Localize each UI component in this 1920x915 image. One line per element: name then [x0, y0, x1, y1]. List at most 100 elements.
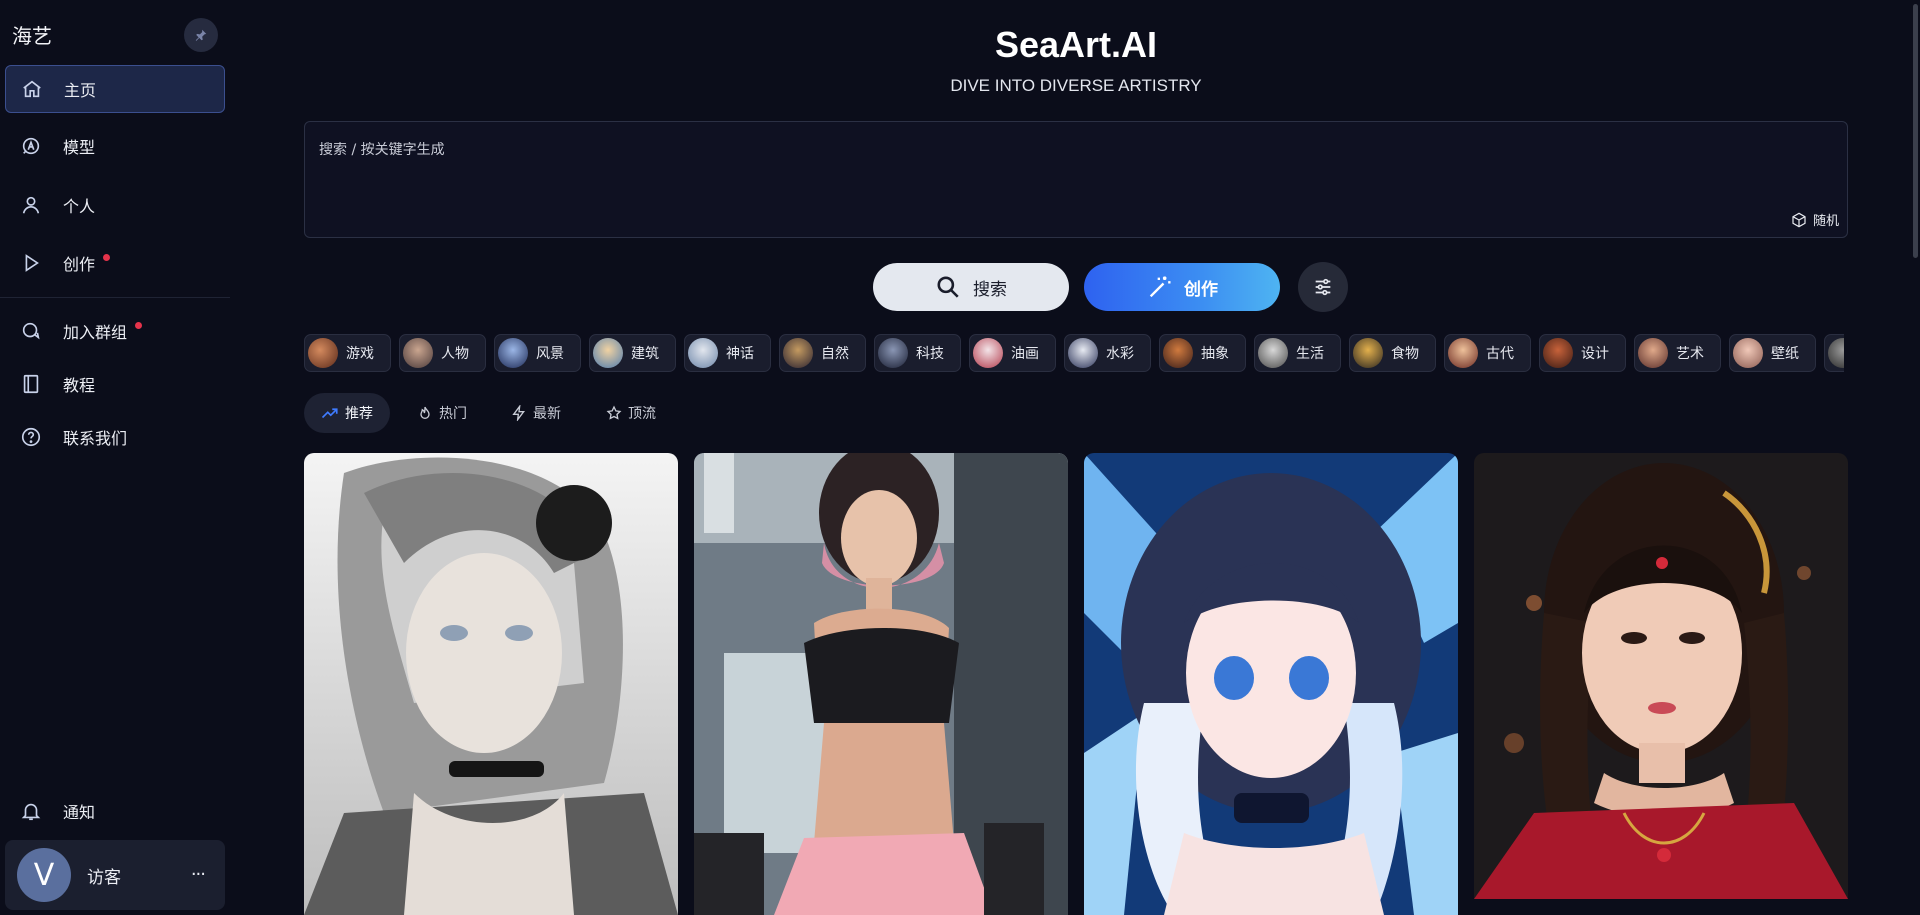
artwork-card[interactable]: [1474, 453, 1848, 915]
star-icon: [606, 405, 622, 420]
category-chip-label: 风景: [536, 346, 564, 362]
category-chip[interactable]: 油画: [969, 334, 1056, 372]
bell-icon: [19, 799, 43, 823]
artwork-card[interactable]: [304, 453, 678, 915]
category-thumbnail: [1828, 338, 1844, 368]
category-thumbnail: [1163, 338, 1193, 368]
category-chip[interactable]: 人物: [399, 334, 486, 372]
user-card[interactable]: V 访客 ···: [5, 840, 225, 910]
book-icon: [19, 372, 43, 396]
category-chip[interactable]: 建筑: [589, 334, 676, 372]
category-chip-label: 抽象: [1201, 346, 1229, 362]
artwork-image: [304, 453, 678, 915]
category-thumbnail: [1638, 338, 1668, 368]
category-chip-label: 建筑: [631, 346, 659, 362]
tab-hot[interactable]: 热门: [400, 393, 484, 433]
category-thumbnail: [308, 338, 338, 368]
search-button[interactable]: 搜索: [873, 263, 1069, 311]
category-thumbnail: [1353, 338, 1383, 368]
notification-dot: [103, 253, 111, 261]
sidebar-item-label: 创作: [63, 255, 96, 274]
random-label: 随机: [1812, 214, 1839, 229]
avatar[interactable]: V: [17, 848, 71, 902]
category-chip[interactable]: 神话: [684, 334, 771, 372]
more-options-button[interactable]: ···: [191, 864, 206, 885]
artwork-image: [1084, 453, 1458, 915]
category-chip[interactable]: 生活: [1254, 334, 1341, 372]
sidebar: 海艺 主页 模型 个人 创作 加入群组 教程 联系我们 通知 V 访客 ···: [0, 0, 232, 915]
sidebar-item-label: 教程: [63, 376, 96, 395]
search-button-label: 搜索: [973, 279, 1007, 300]
create-button-label: 创作: [1184, 279, 1218, 300]
category-chip[interactable]: 自然: [779, 334, 866, 372]
artwork-card[interactable]: [694, 453, 1068, 915]
page-scrollbar[interactable]: [1911, 0, 1920, 260]
sidebar-item-create[interactable]: 创作: [5, 239, 225, 287]
random-button[interactable]: 随机: [1791, 210, 1839, 229]
category-chip-label: 壁纸: [1771, 346, 1799, 362]
category-chip[interactable]: 风景: [494, 334, 581, 372]
page-subtitle: DIVE INTO DIVERSE ARTISTRY: [950, 76, 1202, 95]
page-title: SeaArt.AI: [994, 24, 1158, 65]
category-chip-label: 艺术: [1676, 346, 1704, 362]
category-thumbnail: [1733, 338, 1763, 368]
category-chip[interactable]: 艺术: [1634, 334, 1721, 372]
sidebar-item-join-group[interactable]: 加入群组: [5, 307, 225, 355]
category-chip[interactable]: 科技: [874, 334, 961, 372]
search-input[interactable]: [319, 142, 1519, 158]
sidebar-item-label: 联系我们: [63, 429, 128, 448]
category-thumbnail: [1448, 338, 1478, 368]
dice-icon: [1792, 212, 1806, 227]
tab-label: 顶流: [628, 406, 656, 422]
tab-top[interactable]: 顶流: [589, 393, 673, 433]
sidebar-item-contact[interactable]: 联系我们: [5, 413, 225, 461]
category-thumbnail: [403, 338, 433, 368]
category-thumbnail: [783, 338, 813, 368]
user-name: 访客: [87, 867, 121, 888]
bolt-icon: [512, 405, 525, 421]
category-chip[interactable]: 设计: [1539, 334, 1626, 372]
magic-wand-icon: [1149, 276, 1171, 298]
category-chip-label: 食物: [1391, 346, 1419, 362]
sidebar-item-label: 通知: [63, 803, 96, 822]
category-chip[interactable]: 壁纸: [1729, 334, 1816, 372]
sliders-icon: [1315, 278, 1331, 296]
play-icon: [19, 251, 43, 275]
settings-button[interactable]: [1298, 262, 1348, 312]
scrollbar-thumb[interactable]: [1913, 4, 1918, 258]
category-chip[interactable]: 游戏: [304, 334, 391, 372]
sidebar-item-models[interactable]: 模型: [5, 122, 225, 170]
category-chip[interactable]: 古代: [1444, 334, 1531, 372]
category-chip-label: 设计: [1581, 346, 1609, 362]
help-icon: [19, 425, 43, 449]
sidebar-item-personal[interactable]: 个人: [5, 181, 225, 229]
category-chips: 游戏 人物 风景 建筑 神话 自然 科技 油画 水彩 抽象 生活 食物 古代 设计 艺术 壁纸 动漫: [304, 334, 1844, 372]
artwork-card[interactable]: [1084, 453, 1458, 915]
category-thumbnail: [878, 338, 908, 368]
category-chip-label: 科技: [916, 346, 944, 362]
category-chip-label: 油画: [1011, 346, 1039, 362]
category-thumbnail: [1543, 338, 1573, 368]
category-chip-label: 自然: [821, 346, 849, 362]
artwork-image: [694, 453, 1068, 915]
sidebar-item-tutorial[interactable]: 教程: [5, 360, 225, 408]
sidebar-item-label: 加入群组: [63, 323, 128, 342]
sidebar-item-notifications[interactable]: 通知: [5, 787, 225, 835]
category-chip[interactable]: 水彩: [1064, 334, 1151, 372]
category-thumbnail: [1258, 338, 1288, 368]
category-chip-label: 游戏: [346, 346, 374, 362]
tab-latest[interactable]: 最新: [494, 393, 578, 433]
tab-recommended[interactable]: 推荐: [304, 393, 390, 433]
sidebar-item-label: 模型: [63, 138, 96, 157]
category-chip[interactable]: 动漫: [1824, 334, 1844, 372]
category-chip[interactable]: 食物: [1349, 334, 1436, 372]
category-chip-label: 神话: [726, 346, 754, 362]
category-chip[interactable]: 抽象: [1159, 334, 1246, 372]
category-chip-label: 生活: [1296, 346, 1324, 362]
search-box[interactable]: 随机: [304, 121, 1848, 238]
trending-icon: [321, 408, 338, 419]
tab-label: 热门: [439, 406, 467, 422]
create-button[interactable]: 创作: [1084, 263, 1280, 311]
search-icon: [937, 276, 959, 298]
category-thumbnail: [1068, 338, 1098, 368]
